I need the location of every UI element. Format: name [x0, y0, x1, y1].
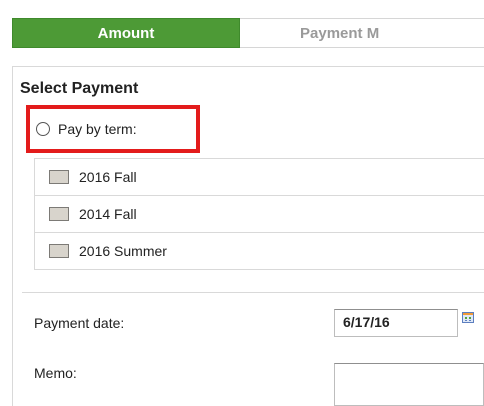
payment-form-page: Amount Payment M Select Payment Pay by t…: [0, 0, 484, 406]
payment-date-input[interactable]: 6/17/16: [334, 309, 458, 337]
tab-payment-method[interactable]: Payment M: [240, 18, 484, 48]
term-row-2016-fall[interactable]: 2016 Fall: [35, 159, 484, 196]
calendar-icon[interactable]: [462, 312, 474, 323]
term-list: 2016 Fall 2014 Fall 2016 Summer: [34, 158, 484, 270]
memo-label: Memo:: [34, 365, 77, 381]
tab-amount[interactable]: Amount: [12, 18, 240, 48]
payment-tabs: Amount Payment M: [12, 18, 484, 50]
pay-by-term-radio[interactable]: Pay by term:: [26, 105, 200, 153]
term-row-2014-fall[interactable]: 2014 Fall: [35, 196, 484, 233]
checkbox-icon[interactable]: [49, 170, 69, 184]
section-divider: [22, 292, 484, 293]
term-label: 2016 Fall: [79, 169, 137, 185]
term-label: 2016 Summer: [79, 243, 167, 259]
checkbox-icon[interactable]: [49, 207, 69, 221]
term-label: 2014 Fall: [79, 206, 137, 222]
term-row-2016-summer[interactable]: 2016 Summer: [35, 233, 484, 270]
pay-by-term-label: Pay by term:: [58, 121, 137, 137]
checkbox-icon[interactable]: [49, 244, 69, 258]
select-payment-title: Select Payment: [20, 80, 139, 97]
payment-date-label: Payment date:: [34, 315, 125, 331]
radio-button-icon[interactable]: [36, 122, 50, 136]
memo-input[interactable]: [334, 363, 484, 406]
